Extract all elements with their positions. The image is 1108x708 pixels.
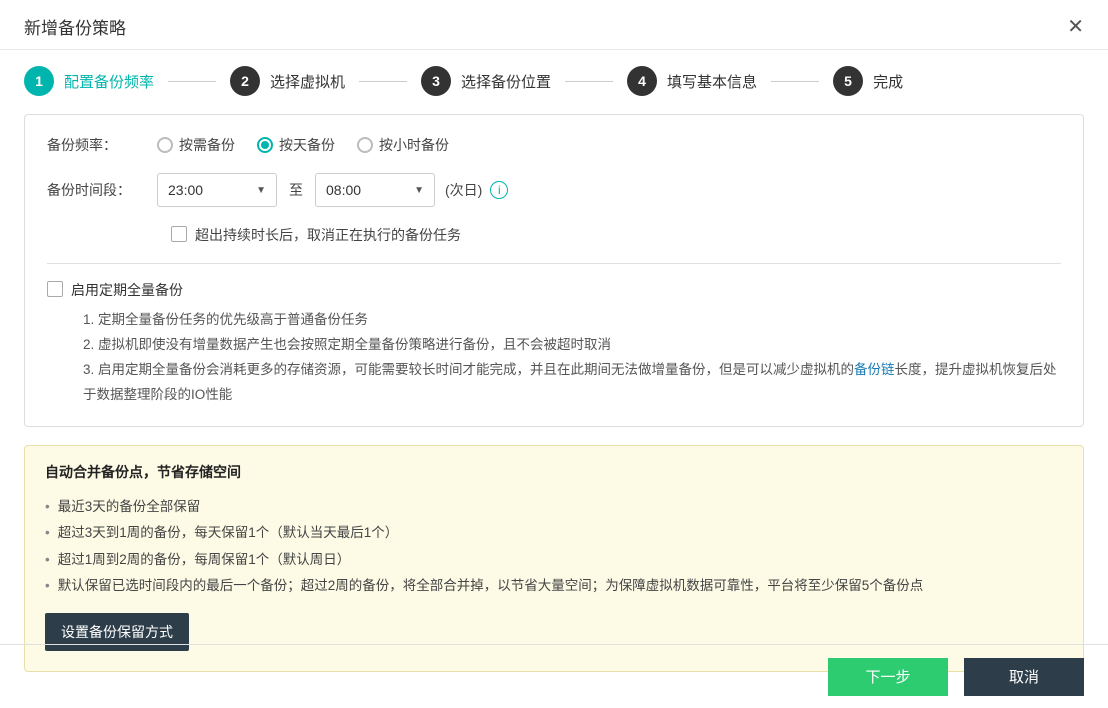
radio-label: 按小时备份 — [379, 135, 449, 155]
info-item: 最近3天的备份全部保留 — [45, 494, 1063, 520]
timeout-checkbox-row[interactable]: 超出持续时长后，取消正在执行的备份任务 — [171, 225, 1061, 245]
checkbox-icon — [171, 226, 187, 242]
freq-label: 备份频率： — [47, 135, 157, 155]
dialog-footer: 下一步 取消 — [0, 644, 1108, 708]
time-end-value: 08:00 — [326, 182, 361, 198]
step-3[interactable]: 3 选择备份位置 — [421, 66, 551, 96]
step-number: 4 — [627, 66, 657, 96]
full-backup-checkbox-label: 启用定期全量备份 — [71, 280, 183, 300]
step-number: 5 — [833, 66, 863, 96]
note-item: 3. 启用定期全量备份会消耗更多的存储资源，可能需要较长时间才能完成，并且在此期… — [83, 358, 1061, 408]
time-end-select[interactable]: 08:00 ▼ — [315, 173, 435, 207]
info-item: 默认保留已选时间段内的最后一个备份；超过2周的备份，将全部合并掉，以节省大量空间… — [45, 573, 1063, 599]
full-backup-checkbox-row[interactable]: 启用定期全量备份 — [47, 280, 1061, 308]
time-start-select[interactable]: 23:00 ▼ — [157, 173, 277, 207]
time-separator: 至 — [289, 180, 303, 200]
chevron-down-icon: ▼ — [414, 185, 424, 196]
next-day-label: (次日) — [445, 180, 482, 200]
radio-daily[interactable]: 按天备份 — [257, 135, 335, 155]
radio-label: 按需备份 — [179, 135, 235, 155]
step-label: 选择虚拟机 — [270, 71, 345, 92]
step-5[interactable]: 5 完成 — [833, 66, 903, 96]
radio-ondemand[interactable]: 按需备份 — [157, 135, 235, 155]
step-2[interactable]: 2 选择虚拟机 — [230, 66, 345, 96]
info-icon[interactable]: i — [490, 181, 508, 199]
radio-label: 按天备份 — [279, 135, 335, 155]
step-number: 2 — [230, 66, 260, 96]
step-separator — [359, 81, 407, 82]
radio-icon — [157, 137, 173, 153]
divider — [47, 263, 1061, 264]
note-item: 2. 虚拟机即使没有增量数据产生也会按照定期全量备份策略进行备份，且不会被超时取… — [83, 333, 1061, 358]
freq-radio-group: 按需备份 按天备份 按小时备份 — [157, 135, 449, 155]
radio-icon — [257, 137, 273, 153]
time-start-value: 23:00 — [168, 182, 203, 198]
step-separator — [168, 81, 216, 82]
step-separator — [771, 81, 819, 82]
time-label: 备份时间段： — [47, 180, 157, 200]
checkbox-icon — [47, 281, 63, 297]
close-icon[interactable]: ✕ — [1067, 17, 1084, 37]
chevron-down-icon: ▼ — [256, 185, 266, 196]
radio-hourly[interactable]: 按小时备份 — [357, 135, 449, 155]
note-item: 1. 定期全量备份任务的优先级高于普通备份任务 — [83, 308, 1061, 333]
step-label: 选择备份位置 — [461, 71, 551, 92]
full-backup-notes: 1. 定期全量备份任务的优先级高于普通备份任务 2. 虚拟机即使没有增量数据产生… — [47, 308, 1061, 408]
step-label: 配置备份频率 — [64, 71, 154, 92]
wizard-steps: 1 配置备份频率 2 选择虚拟机 3 选择备份位置 4 填写基本信息 5 完成 — [0, 50, 1108, 114]
dialog: 新增备份策略 ✕ 1 配置备份频率 2 选择虚拟机 3 选择备份位置 4 填写基… — [0, 0, 1108, 708]
retention-info-panel: 自动合并备份点，节省存储空间 最近3天的备份全部保留 超过3天到1周的备份，每天… — [24, 445, 1084, 672]
step-label: 填写基本信息 — [667, 71, 757, 92]
info-item: 超过1周到2周的备份，每周保留1个（默认周日） — [45, 547, 1063, 573]
info-panel-title: 自动合并备份点，节省存储空间 — [45, 462, 1063, 482]
dialog-header: 新增备份策略 ✕ — [0, 0, 1108, 50]
backup-chain-link[interactable]: 备份链 — [854, 362, 895, 377]
timeout-checkbox-label: 超出持续时长后，取消正在执行的备份任务 — [195, 225, 461, 245]
next-button[interactable]: 下一步 — [828, 658, 948, 696]
step-label: 完成 — [873, 71, 903, 92]
step-number: 1 — [24, 66, 54, 96]
step-separator — [565, 81, 613, 82]
config-panel: 备份频率： 按需备份 按天备份 按小时备份 — [24, 114, 1084, 427]
step-1[interactable]: 1 配置备份频率 — [24, 66, 154, 96]
info-list: 最近3天的备份全部保留 超过3天到1周的备份，每天保留1个（默认当天最后1个） … — [45, 494, 1063, 599]
info-item: 超过3天到1周的备份，每天保留1个（默认当天最后1个） — [45, 520, 1063, 546]
cancel-button[interactable]: 取消 — [964, 658, 1084, 696]
radio-icon — [357, 137, 373, 153]
step-4[interactable]: 4 填写基本信息 — [627, 66, 757, 96]
step-number: 3 — [421, 66, 451, 96]
dialog-title: 新增备份策略 — [24, 14, 126, 39]
